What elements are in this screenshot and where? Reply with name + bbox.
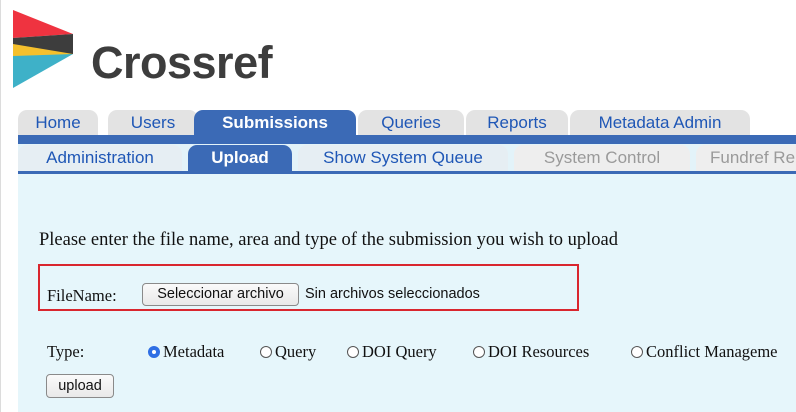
radio-unchecked-icon (347, 346, 359, 358)
upload-button[interactable]: upload (46, 374, 114, 398)
tab-submissions[interactable]: Submissions (194, 110, 356, 135)
choose-file-button[interactable]: Seleccionar archivo (142, 283, 299, 306)
logo-wordmark: Crossref (91, 37, 273, 88)
radio-label: DOI Resources (488, 342, 590, 361)
type-radio-query[interactable]: Query (260, 342, 316, 362)
file-status-text: Sin archivos seleccionados (305, 286, 480, 302)
crossref-logo-mark-icon (13, 10, 73, 88)
radio-checked-icon (148, 346, 160, 358)
subtab-show-system-queue[interactable]: Show System Queue (298, 145, 508, 171)
upload-instructions: Please enter the file name, area and typ… (39, 230, 619, 250)
subtab-fundref: Fundref Re (696, 145, 796, 171)
subtab-system-control: System Control (514, 145, 690, 171)
radio-label: Conflict Manageme (646, 342, 778, 361)
type-radio-conflict-management[interactable]: Conflict Manageme (631, 342, 778, 362)
radio-unchecked-icon (631, 346, 643, 358)
subtab-administration[interactable]: Administration (18, 145, 182, 171)
subtab-upload[interactable]: Upload (188, 145, 292, 171)
tab-reports[interactable]: Reports (466, 110, 568, 135)
tab-queries[interactable]: Queries (358, 110, 464, 135)
browser-page: Crossref Home Users Submissions Queries … (0, 0, 796, 412)
upload-panel: Please enter the file name, area and typ… (18, 174, 796, 412)
radio-label: Query (275, 342, 317, 361)
primary-tabs: Home Users Submissions Queries Reports M… (18, 110, 796, 135)
tab-users[interactable]: Users (108, 110, 198, 135)
radio-unchecked-icon (473, 346, 485, 358)
radio-unchecked-icon (260, 346, 272, 358)
radio-label: DOI Query (362, 342, 437, 361)
type-radio-doi-query[interactable]: DOI Query (347, 342, 437, 362)
type-radio-metadata[interactable]: Metadata (148, 342, 224, 362)
secondary-tabs: Administration Upload Show System Queue … (18, 144, 796, 171)
radio-label: Metadata (163, 342, 225, 361)
type-radio-doi-resources[interactable]: DOI Resources (473, 342, 589, 362)
type-label: Type: (47, 342, 85, 361)
crossref-logo: Crossref (13, 10, 273, 92)
primary-tab-bar (18, 135, 796, 144)
tab-metadata-admin[interactable]: Metadata Admin (570, 110, 750, 135)
filename-label: FileName: (47, 286, 117, 305)
tab-home[interactable]: Home (18, 110, 98, 135)
